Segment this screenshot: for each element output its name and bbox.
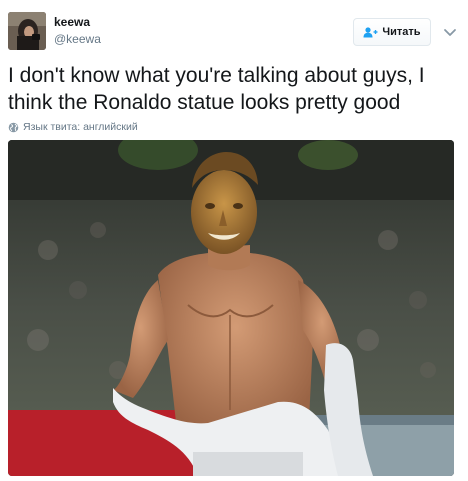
tweet-photo[interactable] [8,140,454,476]
follow-button-label: Читать [382,26,421,38]
author-handle[interactable]: @keewa [54,32,101,46]
chevron-down-icon[interactable] [443,26,457,38]
author-avatar[interactable] [8,12,46,50]
tweet-text: I don't know what you're talking about g… [8,64,425,114]
follow-button[interactable]: Читать [353,18,431,46]
tweet-card: keewa @keewa Читать I don't know what yo… [0,0,468,481]
tweet-language-label: Язык твита: английский [23,121,138,133]
globe-icon [8,122,19,133]
author-display-name[interactable]: keewa [54,15,90,29]
tweet-language: Язык твита: английский [8,121,138,133]
add-user-icon [363,26,378,38]
